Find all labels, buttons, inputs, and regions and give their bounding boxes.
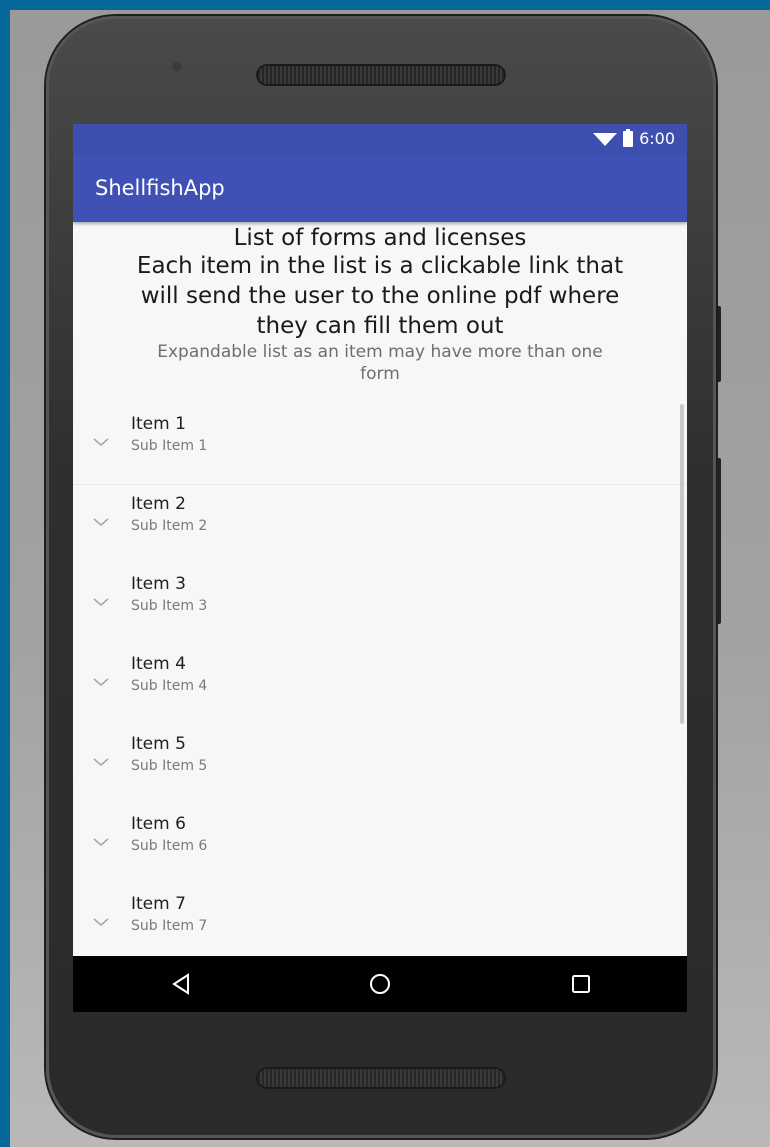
list-item-subtitle: Sub Item 2	[131, 518, 208, 534]
list-item-subtitle: Sub Item 6	[131, 838, 208, 854]
list-item-subtitle: Sub Item 1	[131, 438, 208, 454]
home-button[interactable]	[360, 968, 400, 1000]
front-camera	[172, 62, 182, 72]
list-item-title: Item 4	[131, 654, 186, 674]
bottom-speaker	[256, 1067, 506, 1089]
list-item-subtitle: Sub Item 3	[131, 598, 208, 614]
recents-button[interactable]	[561, 968, 601, 1000]
status-bar: 6:00	[73, 124, 687, 154]
list-item-subtitle: Sub Item 5	[131, 758, 208, 774]
navigation-bar	[73, 956, 687, 1012]
list-item-title: Item 1	[131, 414, 186, 434]
wifi-icon	[593, 133, 618, 146]
top-speaker	[256, 64, 506, 86]
list-item[interactable]: Item 5 Sub Item 5	[73, 727, 687, 807]
app-bar: ShellfishApp	[73, 154, 687, 222]
scrollbar[interactable]	[680, 404, 684, 724]
recents-icon	[572, 975, 590, 993]
description-line-3: they can fill them out	[256, 313, 504, 339]
status-time: 6:00	[639, 129, 675, 148]
expandable-list: Item 1 Sub Item 1 Item 2 Sub Item 2 Item…	[73, 407, 687, 967]
page-title: List of forms and licenses	[233, 225, 527, 251]
description-line-2: will send the user to the online pdf whe…	[140, 283, 620, 309]
list-item-title: Item 2	[131, 494, 186, 514]
chevron-down-icon	[93, 838, 109, 846]
back-icon	[172, 973, 189, 995]
chevron-down-icon	[93, 678, 109, 686]
page-header: List of forms and licenses Each item in …	[73, 225, 687, 385]
list-item-subtitle: Sub Item 7	[131, 918, 208, 934]
subtitle-line-1: Expandable list as an item may have more…	[157, 342, 603, 362]
battery-icon	[623, 128, 634, 147]
home-icon	[370, 974, 390, 994]
list-item-title: Item 3	[131, 574, 186, 594]
chevron-down-icon	[93, 518, 109, 526]
list-item[interactable]: Item 4 Sub Item 4	[73, 647, 687, 727]
list-item[interactable]: Item 1 Sub Item 1	[73, 407, 687, 487]
back-button[interactable]	[161, 968, 201, 1000]
chevron-down-icon	[93, 918, 109, 926]
list-item-subtitle: Sub Item 4	[131, 678, 208, 694]
list-item[interactable]: Item 2 Sub Item 2	[73, 487, 687, 567]
power-button	[716, 306, 721, 382]
chevron-down-icon	[93, 758, 109, 766]
phone-screen: 6:00 ShellfishApp List of forms and lice…	[73, 124, 687, 1012]
list-item[interactable]: Item 7 Sub Item 7	[73, 887, 687, 967]
list-item-title: Item 5	[131, 734, 186, 754]
chevron-down-icon	[93, 598, 109, 606]
volume-button	[716, 458, 721, 624]
description-line-1: Each item in the list is a clickable lin…	[136, 253, 624, 279]
subtitle-line-2: form	[360, 364, 400, 384]
list-item-title: Item 7	[131, 894, 186, 914]
app-title: ShellfishApp	[95, 176, 225, 200]
list-item-title: Item 6	[131, 814, 186, 834]
list-item[interactable]: Item 6 Sub Item 6	[73, 807, 687, 887]
list-item[interactable]: Item 3 Sub Item 3	[73, 567, 687, 647]
chevron-down-icon	[93, 438, 109, 446]
